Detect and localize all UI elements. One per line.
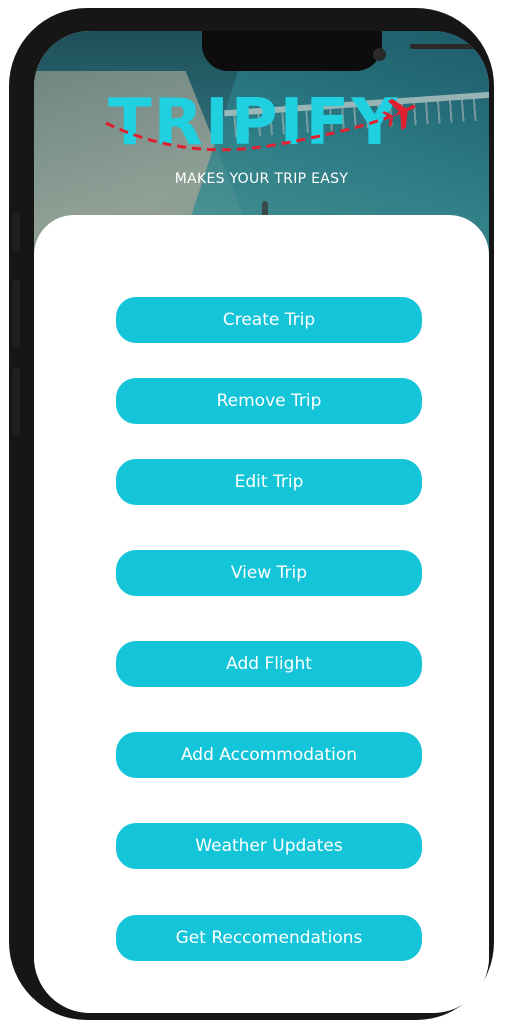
- edit-trip-button[interactable]: Edit Trip: [116, 459, 422, 505]
- phone-frame: TRIPIFY MAKES YOUR TRIP EASY Create Trip…: [9, 8, 494, 1020]
- view-trip-button[interactable]: View Trip: [116, 550, 422, 596]
- main-menu: Create Trip Remove Trip Edit Trip View T…: [34, 215, 489, 1013]
- speaker-grille: [410, 44, 489, 49]
- front-camera: [373, 48, 386, 61]
- silent-switch: [12, 213, 20, 251]
- create-trip-button[interactable]: Create Trip: [116, 297, 422, 343]
- screen: TRIPIFY MAKES YOUR TRIP EASY Create Trip…: [34, 31, 489, 1013]
- volume-down-button: [12, 368, 20, 436]
- airplane-icon: [105, 98, 417, 152]
- add-flight-button[interactable]: Add Flight: [116, 641, 422, 687]
- remove-trip-button[interactable]: Remove Trip: [116, 378, 422, 424]
- phone-notch: [202, 31, 489, 71]
- menu-panel: Create Trip Remove Trip Edit Trip View T…: [34, 215, 489, 1013]
- app-tagline: MAKES YOUR TRIP EASY: [174, 171, 349, 187]
- add-accommodation-button[interactable]: Add Accommodation: [116, 732, 422, 778]
- get-recommendations-button[interactable]: Get Reccomendations: [116, 915, 422, 961]
- app-logo: TRIPIFY: [104, 83, 424, 163]
- volume-up-button: [12, 280, 20, 348]
- weather-updates-button[interactable]: Weather Updates: [116, 823, 422, 869]
